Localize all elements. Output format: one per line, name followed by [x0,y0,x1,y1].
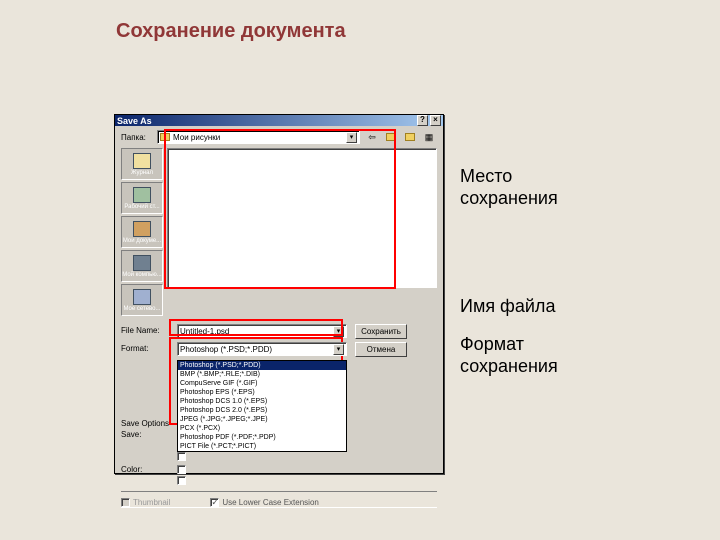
back-button[interactable]: ⇦ [364,130,380,144]
save-as-dialog: Save As ? × Папка: Мои рисунки ▾ ⇦ ▦ Жур… [114,114,444,474]
dialog-title: Save As [117,116,152,126]
annotation-save-format: Формат сохранения [460,334,558,377]
place-network[interactable]: Мое сетево... [121,284,163,316]
new-folder-button[interactable] [402,130,418,144]
history-icon [133,153,151,169]
format-option[interactable]: Photoshop EPS (*.EPS) [178,388,346,397]
folder-value: Мои рисунки [173,133,220,142]
format-option[interactable]: Photoshop PDF (*.PDF;*.PDP) [178,433,346,442]
network-icon [133,289,151,305]
color-option-checkbox[interactable] [177,465,186,474]
views-button[interactable]: ▦ [421,130,437,144]
format-option[interactable]: Photoshop DCS 1.0 (*.EPS) [178,397,346,406]
file-list[interactable] [167,148,437,288]
place-history[interactable]: Журнал [121,148,163,180]
computer-icon [133,255,151,271]
save-option-checkbox[interactable] [177,452,225,461]
annotation-save-location: Место сохранения [460,166,558,209]
chevron-down-icon[interactable]: ▾ [333,344,344,355]
format-label: Format: [121,342,173,353]
format-option[interactable]: BMP (*.BMP;*.RLE;*.DIB) [178,370,346,379]
place-mydocs[interactable]: Мои докуме... [121,216,163,248]
chevron-down-icon[interactable]: ▾ [333,326,344,337]
up-button[interactable] [383,130,399,144]
folder-label: Папка: [121,133,153,142]
bottom-panel: File Name: Untitled-1.psd ▾ Сохранить Fo… [115,320,443,516]
thumbnail-checkbox[interactable]: Thumbnail [121,498,170,507]
help-button[interactable]: ? [417,115,428,126]
save-button[interactable]: Сохранить [355,324,407,339]
desktop-icon [133,187,151,203]
cancel-button[interactable]: Отмена [355,342,407,357]
format-option[interactable]: PCX (*.PCX) [178,424,346,433]
format-combobox[interactable]: Photoshop (*.PSD;*.PDD) ▾ [177,342,347,356]
place-desktop[interactable]: Рабочий ст... [121,182,163,214]
lowercase-ext-checkbox[interactable]: ✓ Use Lower Case Extension [210,498,319,507]
folder-icon [160,133,170,141]
format-option[interactable]: CompuServe GIF (*.GIF) [178,379,346,388]
format-option[interactable]: Photoshop DCS 2.0 (*.EPS) [178,406,346,415]
save-options-label: Save Options [121,419,177,428]
slide-title: Сохранение документа [116,20,346,43]
place-mycomputer[interactable]: Мой компью... [121,250,163,282]
save-sub-label: Save: [121,430,177,439]
places-bar: Журнал Рабочий ст... Мои докуме... Мой к… [121,148,163,316]
filename-input[interactable]: Untitled-1.psd ▾ [177,324,347,338]
format-option[interactable]: Photoshop (*.PSD;*.PDD) [178,361,346,370]
filename-label: File Name: [121,324,173,335]
format-dropdown-list[interactable]: Photoshop (*.PSD;*.PDD) BMP (*.BMP;*.RLE… [177,360,347,452]
titlebar: Save As ? × [115,115,443,126]
close-button[interactable]: × [430,115,441,126]
color-sub-label: Color: [121,465,177,474]
folder-combobox[interactable]: Мои рисунки ▾ [157,130,360,144]
chevron-down-icon[interactable]: ▾ [346,132,357,143]
format-option[interactable]: JPEG (*.JPG;*.JPEG;*.JPE) [178,415,346,424]
annotation-file-name: Имя файла [460,296,555,318]
highlight-save-location [164,129,396,289]
color-option-checkbox[interactable] [177,476,186,485]
format-option[interactable]: PICT File (*.PCT;*.PICT) [178,442,346,451]
documents-icon [133,221,151,237]
